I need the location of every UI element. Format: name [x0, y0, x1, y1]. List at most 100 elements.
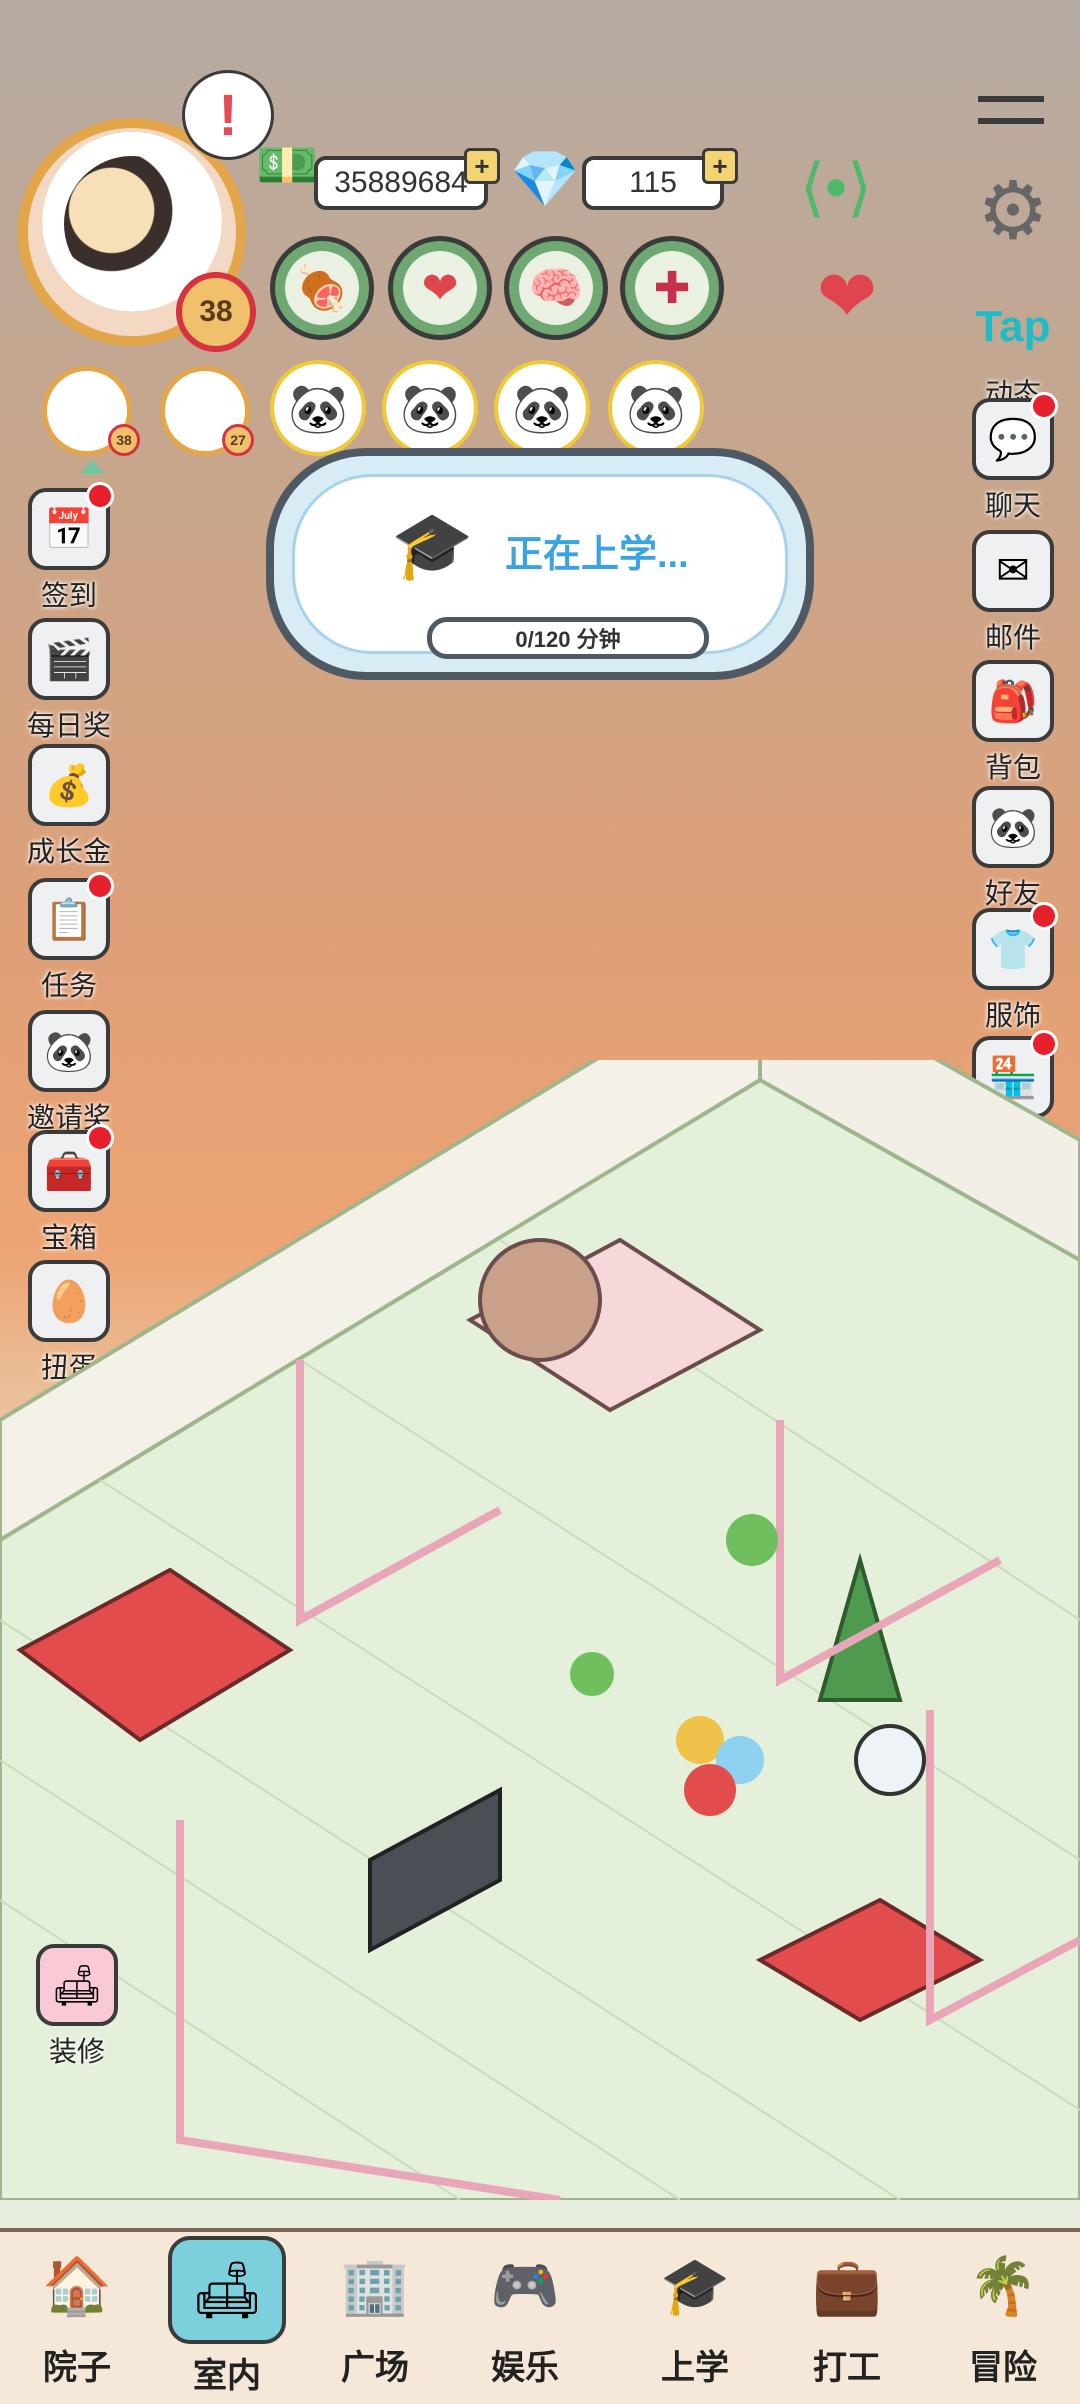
- pet-panda-4[interactable]: 🐼: [608, 360, 704, 456]
- nav-tab-icon: 🏠: [42, 2254, 112, 2317]
- nav-tab-label: 打工: [813, 2349, 881, 2387]
- right-menu-icon: ✉: [972, 530, 1054, 612]
- nav-tab-label: 娱乐: [491, 2349, 559, 2387]
- pet-panda-2[interactable]: 🐼: [382, 360, 478, 456]
- avatar-portrait: [64, 156, 200, 292]
- potted-plant-1: [726, 1514, 778, 1566]
- left-menu-label: 每日奖: [26, 710, 111, 741]
- room-scene[interactable]: [0, 1060, 1080, 2200]
- left-menu-item[interactable]: 💰 成长金: [14, 744, 124, 870]
- nav-tab[interactable]: 🌴 冒险: [928, 2236, 1078, 2389]
- nav-tab[interactable]: 🏢 广场: [300, 2236, 450, 2389]
- add-money-button[interactable]: +: [464, 148, 500, 184]
- right-menu-icon: 💬: [972, 392, 1058, 480]
- nav-tab[interactable]: 🎓 上学: [620, 2236, 770, 2389]
- notification-dot: [1030, 392, 1058, 420]
- left-menu-label: 成长金: [26, 836, 111, 867]
- right-menu-label: 服饰: [984, 1000, 1041, 1031]
- menu-glyph-icon: 🎒: [988, 679, 1038, 724]
- menu-glyph-icon: 🐼: [988, 805, 1038, 850]
- robot: [854, 1724, 926, 1796]
- heart-icon: ❤: [403, 251, 477, 325]
- left-menu-item[interactable]: 📅 签到: [14, 482, 124, 614]
- sofa-icon: 🛋: [36, 1944, 118, 2026]
- left-menu-icon: 🎬: [28, 618, 110, 700]
- menu-glyph-icon: 💰: [44, 763, 94, 808]
- decorate-label: 装修: [48, 2036, 105, 2067]
- status-panel-inner: 🎓 正在上学... 0/120 分钟: [292, 474, 788, 659]
- nav-tab-icon: 💼: [812, 2254, 882, 2317]
- right-menu-icon: 👕: [972, 902, 1058, 990]
- menu-glyph-icon: 📅: [44, 507, 94, 552]
- nav-tab-label: 广场: [341, 2349, 409, 2387]
- study-progress-bar: 0/120 分钟: [427, 617, 709, 659]
- menu-glyph-icon: 💬: [988, 417, 1038, 462]
- brain-icon: 🧠: [519, 251, 593, 325]
- hearts-icon[interactable]: ❤: [800, 254, 894, 338]
- money-display: 35889684: [314, 156, 488, 210]
- school-status-panel: 🎓 正在上学... 0/120 分钟: [266, 448, 814, 680]
- nav-tab-label: 冒险: [969, 2349, 1037, 2387]
- left-menu-icon: 📅: [28, 482, 114, 570]
- menu-glyph-icon: 👕: [988, 927, 1038, 972]
- menu-glyph-icon: Tap: [975, 302, 1051, 351]
- share-icon[interactable]: ⟨•⟩: [796, 150, 876, 230]
- nav-tab-icon: 🎓: [660, 2254, 730, 2317]
- nav-tab[interactable]: 💼 打工: [772, 2236, 922, 2389]
- potted-plant-2: [570, 1652, 614, 1696]
- notification-dot: [86, 872, 114, 900]
- nav-tab-label: 上学: [661, 2349, 729, 2387]
- right-menu-label: 邮件: [984, 622, 1041, 653]
- family-level-1: 38: [108, 424, 140, 456]
- right-menu-item[interactable]: 🎒 背包: [958, 660, 1068, 786]
- right-menu-item[interactable]: Tap 动态: [958, 286, 1068, 412]
- graduation-cap-icon: 🎓: [391, 508, 474, 582]
- meat-icon: 🍖: [285, 251, 359, 325]
- mood-stat-button[interactable]: ❤: [388, 236, 492, 340]
- left-menu-icon: 💰: [28, 744, 110, 826]
- bear-headboard: [478, 1238, 602, 1362]
- medical-cross-icon: ✚: [635, 251, 709, 325]
- progress-text: 0/120 分钟: [515, 627, 621, 652]
- right-menu-item[interactable]: 👕 服饰: [958, 902, 1068, 1034]
- balloon-red: [684, 1764, 736, 1816]
- nav-tab-icon: 🎮: [490, 2254, 560, 2317]
- status-title: 正在上学...: [505, 534, 689, 576]
- add-diamond-button[interactable]: +: [702, 148, 738, 184]
- left-menu-item[interactable]: 📋 任务: [14, 872, 124, 1004]
- nav-tab-icon: 🏢: [340, 2254, 410, 2317]
- diamond-icon: 💎: [510, 147, 580, 210]
- decorate-button[interactable]: 🛋 装修: [22, 1944, 132, 2070]
- health-stat-button[interactable]: ✚: [620, 236, 724, 340]
- nav-tab-icon: 🌴: [968, 2254, 1038, 2317]
- right-menu-item[interactable]: ✉ 邮件: [958, 530, 1068, 656]
- right-menu-label: 背包: [984, 752, 1041, 783]
- nav-tab[interactable]: 🛋 室内: [152, 2236, 302, 2397]
- right-menu-item[interactable]: 🐼 好友: [958, 786, 1068, 912]
- diamond-value: 115: [629, 166, 677, 199]
- expand-arrow-icon[interactable]: [80, 460, 104, 474]
- left-menu-label: 签到: [40, 580, 97, 611]
- player-level-badge: 38: [176, 272, 256, 352]
- nav-tab-label: 室内: [193, 2357, 261, 2395]
- gear-icon[interactable]: ⚙: [968, 166, 1058, 256]
- right-menu-icon: 🐼: [972, 786, 1054, 868]
- right-menu-item[interactable]: 💬 聊天: [958, 392, 1068, 524]
- nav-tab-icon: 🛋: [168, 2236, 286, 2344]
- right-menu-icon: 🎒: [972, 660, 1054, 742]
- right-menu-icon: Tap: [972, 286, 1054, 368]
- menu-glyph-icon: 🎬: [44, 637, 94, 682]
- left-menu-item[interactable]: 🎬 每日奖: [14, 618, 124, 744]
- nav-tab[interactable]: 🏠 院子: [2, 2236, 152, 2389]
- nav-tab-label: 院子: [43, 2349, 111, 2387]
- left-menu-icon: 📋: [28, 872, 114, 960]
- pet-panda-3[interactable]: 🐼: [494, 360, 590, 456]
- hamburger-menu-icon[interactable]: [978, 96, 1044, 124]
- notification-dot: [1030, 902, 1058, 930]
- food-stat-button[interactable]: 🍖: [270, 236, 374, 340]
- nav-tab[interactable]: 🎮 娱乐: [450, 2236, 600, 2389]
- intellect-stat-button[interactable]: 🧠: [504, 236, 608, 340]
- notification-dot: [1030, 1030, 1058, 1058]
- pet-panda-1[interactable]: 🐼: [270, 360, 366, 456]
- money-value: 35889684: [334, 166, 468, 199]
